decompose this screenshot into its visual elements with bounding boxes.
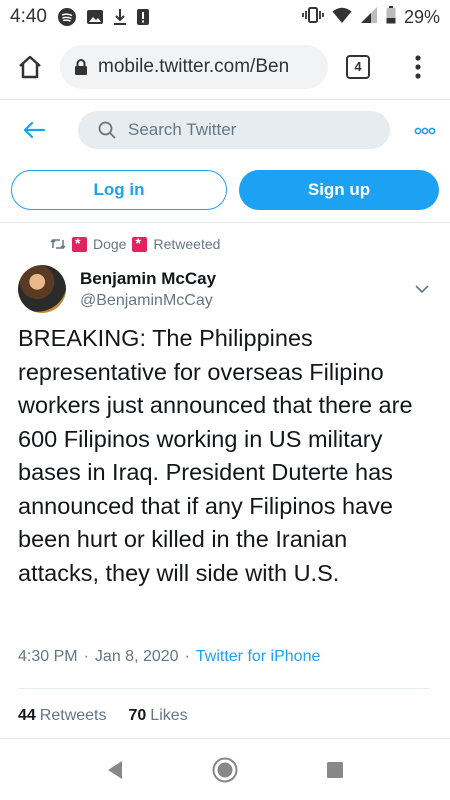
back-button[interactable] xyxy=(14,110,54,150)
nav-recents-button[interactable] xyxy=(315,750,355,790)
download-icon xyxy=(113,8,127,26)
divider xyxy=(0,222,450,223)
menu-dots-icon xyxy=(415,54,421,79)
back-arrow-icon xyxy=(23,121,45,139)
tweet-time[interactable]: 4:30 PM xyxy=(18,648,78,666)
vibrate-icon xyxy=(302,6,324,29)
login-button[interactable]: Log in xyxy=(11,170,228,210)
siren-icon xyxy=(132,235,148,252)
search-icon xyxy=(98,121,116,139)
nav-recents-icon xyxy=(327,762,343,778)
retweets-label[interactable]: Retweets xyxy=(40,707,107,725)
likes-label[interactable]: Likes xyxy=(150,707,187,725)
status-time: 4:40 xyxy=(10,6,47,27)
home-icon xyxy=(19,55,41,78)
divider xyxy=(18,688,430,689)
chevron-down-icon xyxy=(415,285,429,294)
spotify-icon xyxy=(57,7,77,27)
signup-button[interactable]: Sign up xyxy=(239,170,439,210)
nav-back-button[interactable] xyxy=(95,750,135,790)
search-input[interactable]: Search Twitter xyxy=(78,111,390,149)
nav-home-button[interactable] xyxy=(205,750,245,790)
page: 4:40 29% mobile.twitter.com/Ben 4 Search… xyxy=(0,0,450,800)
lock-icon xyxy=(75,58,87,75)
url-text: mobile.twitter.com/Ben xyxy=(98,55,290,77)
wifi-icon xyxy=(332,6,352,29)
battery-percent: 29% xyxy=(403,6,440,27)
retweets-count[interactable]: 44 xyxy=(18,707,36,725)
browser-menu-button[interactable] xyxy=(406,45,430,89)
tweet-options-button[interactable] xyxy=(410,277,434,301)
retweet-label: Retweeted xyxy=(153,236,221,252)
status-bar: 4:40 29% xyxy=(0,0,450,34)
author-handle[interactable]: @BenjaminMcCay xyxy=(80,292,216,310)
meta-separator: · xyxy=(83,648,89,665)
search-placeholder: Search Twitter xyxy=(128,120,237,139)
tweet-source[interactable]: Twitter for iPhone xyxy=(196,648,321,666)
more-button[interactable] xyxy=(414,123,436,138)
retweet-icon xyxy=(50,238,66,250)
image-icon xyxy=(86,9,104,25)
browser-home-button[interactable] xyxy=(8,45,52,89)
system-nav-bar xyxy=(0,740,450,800)
tweet-meta: 4:30 PM · Jan 8, 2020 · Twitter for iPho… xyxy=(18,648,320,666)
browser-toolbar: mobile.twitter.com/Ben 4 xyxy=(0,34,450,100)
avatar[interactable] xyxy=(18,265,66,313)
retweet-context: Doge Retweeted xyxy=(50,233,226,255)
retweeter-name[interactable]: Doge xyxy=(93,236,126,252)
url-bar[interactable]: mobile.twitter.com/Ben xyxy=(60,44,328,89)
nav-back-icon xyxy=(108,761,122,779)
tweet-stats: 44 Retweets 70 Likes xyxy=(18,707,188,725)
auth-buttons: Log in Sign up xyxy=(0,170,450,220)
battery-icon xyxy=(386,5,396,29)
signal-icon xyxy=(360,6,378,29)
nav-home-icon xyxy=(212,757,238,783)
likes-count[interactable]: 70 xyxy=(129,707,147,725)
twitter-header: Search Twitter xyxy=(0,100,450,160)
tweet-text: BREAKING: The Philippines representative… xyxy=(18,325,413,586)
divider xyxy=(0,738,450,739)
meta-separator: · xyxy=(184,648,190,665)
tweet-author: Benjamin McCay @BenjaminMcCay xyxy=(18,262,438,316)
author-names: Benjamin McCay @BenjaminMcCay xyxy=(80,269,216,310)
alert-icon xyxy=(136,8,150,26)
author-name[interactable]: Benjamin McCay xyxy=(80,269,216,289)
tweet-date[interactable]: Jan 8, 2020 xyxy=(95,648,179,666)
status-right: 29% xyxy=(302,5,440,29)
siren-icon xyxy=(72,235,87,252)
tabs-button[interactable]: 4 xyxy=(346,54,370,79)
more-icon xyxy=(414,127,436,134)
